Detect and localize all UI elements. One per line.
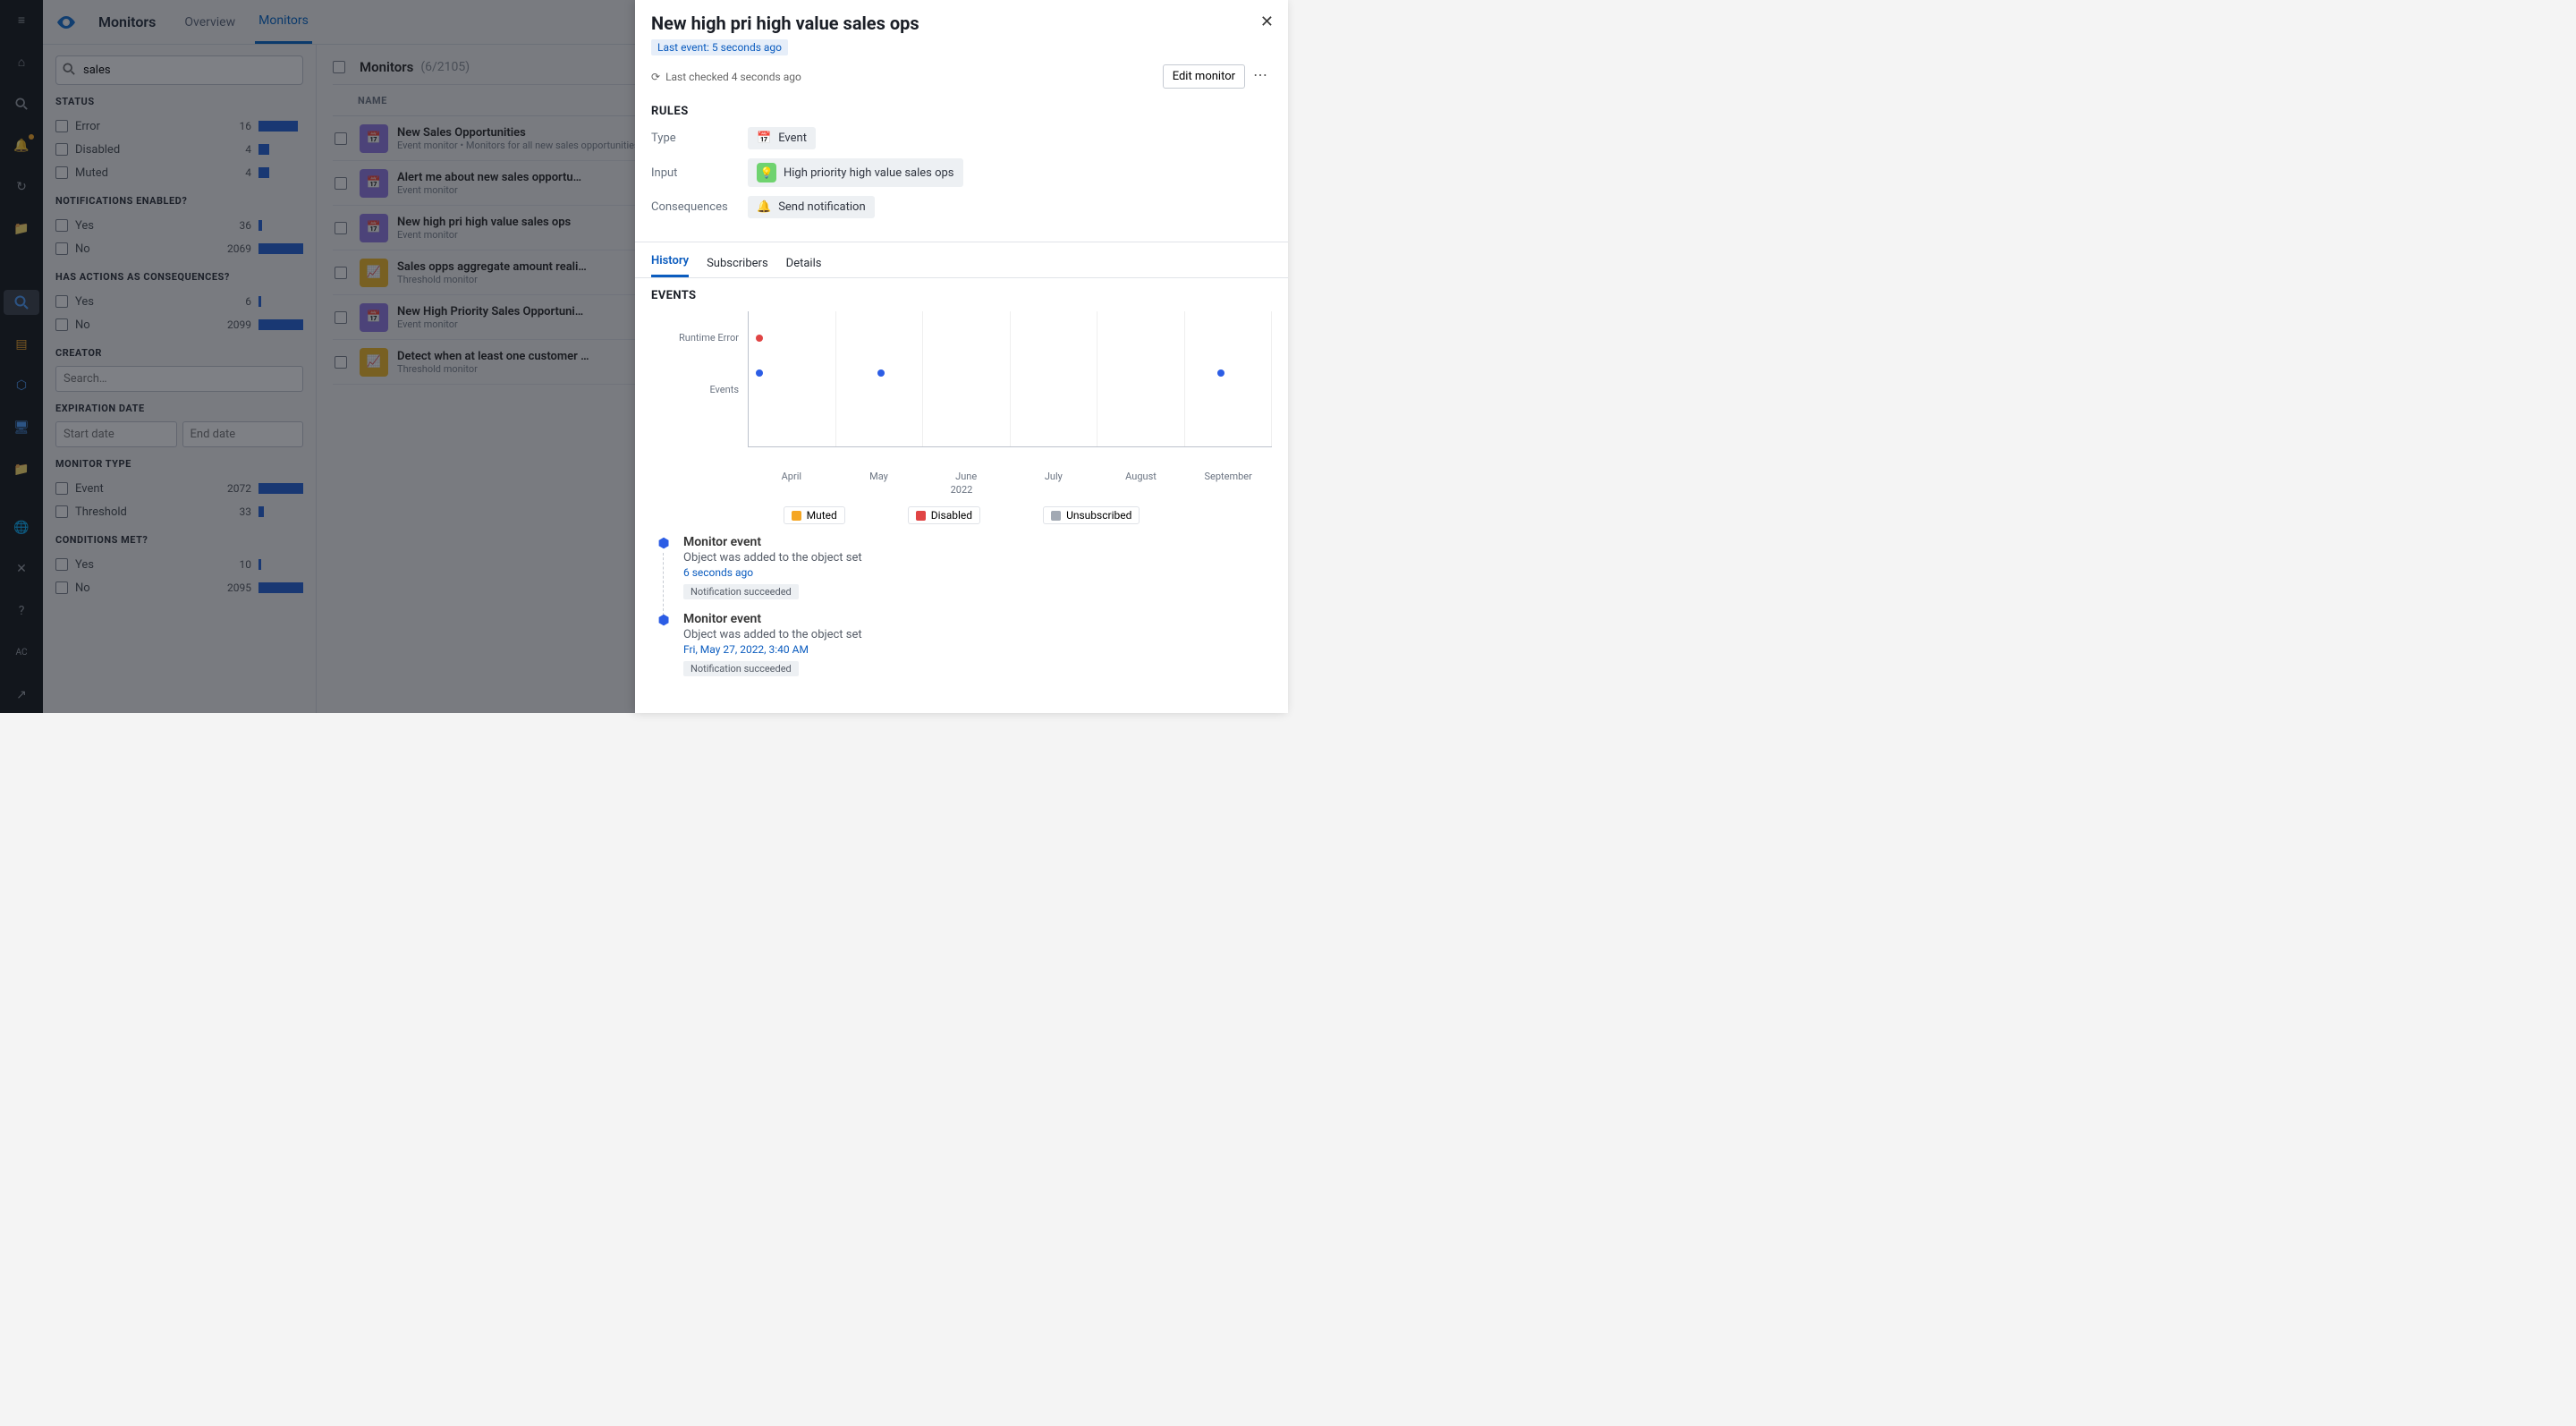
- event-sub: Object was added to the object set: [683, 551, 1272, 564]
- x-label: September: [1184, 467, 1272, 482]
- last-checked-text: Last checked 4 seconds ago: [665, 71, 801, 83]
- more-icon[interactable]: ⋯: [1249, 66, 1272, 83]
- cons-label: Consequences: [651, 200, 748, 214]
- subtab-subscribers[interactable]: Subscribers: [707, 257, 768, 277]
- legend-item[interactable]: Muted: [784, 506, 845, 524]
- last-event-badge: Last event: 5 seconds ago: [651, 39, 788, 55]
- event-title: Monitor event: [683, 612, 1272, 626]
- panel-subtabs: History Subscribers Details: [635, 246, 1288, 278]
- events-label: EVENTS: [651, 289, 1272, 302]
- bulb-icon: 💡: [757, 163, 776, 182]
- cons-value-text: Send notification: [778, 200, 865, 214]
- x-label: May: [835, 467, 923, 482]
- legend-item[interactable]: Disabled: [908, 506, 980, 524]
- cube-icon: ⬢: [655, 612, 673, 689]
- close-icon[interactable]: ✕: [1260, 13, 1274, 31]
- chart-year: 2022: [651, 484, 1272, 496]
- y-label: Runtime Error: [651, 311, 748, 363]
- timeline-event: ⬢ Monitor event Object was added to the ob…: [655, 535, 1272, 612]
- calendar-icon: 📅: [757, 132, 771, 145]
- panel-title: New high pri high value sales ops: [651, 13, 1272, 34]
- refresh-icon: ⟳: [651, 71, 660, 83]
- y-label: Events: [651, 363, 748, 415]
- detail-panel: New high pri high value sales ops ✕ Last…: [635, 0, 1288, 713]
- event-time: Fri, May 27, 2022, 3:40 AM: [683, 643, 1272, 656]
- type-label: Type: [651, 132, 748, 145]
- event-title: Monitor event: [683, 535, 1272, 549]
- legend-item[interactable]: Unsubscribed: [1043, 506, 1140, 524]
- event-badge: Notification succeeded: [683, 584, 799, 599]
- event-sub: Object was added to the object set: [683, 628, 1272, 641]
- chart-point: [756, 335, 763, 342]
- event-badge: Notification succeeded: [683, 661, 799, 676]
- input-value: 💡 High priority high value sales ops: [748, 158, 963, 187]
- x-label: June: [922, 467, 1010, 482]
- input-label: Input: [651, 166, 748, 180]
- type-value-text: Event: [778, 132, 807, 145]
- events-chart: Runtime ErrorEvents: [651, 311, 1272, 467]
- cube-icon: ⬢: [655, 535, 673, 612]
- event-time: 6 seconds ago: [683, 566, 1272, 579]
- subtab-history[interactable]: History: [651, 254, 689, 277]
- chart-point: [1217, 369, 1224, 377]
- cons-value: 🔔 Send notification: [748, 196, 875, 218]
- x-label: July: [1010, 467, 1097, 482]
- timeline-event: ⬢ Monitor event Object was added to the ob…: [655, 612, 1272, 689]
- edit-monitor-button[interactable]: Edit monitor: [1163, 64, 1245, 89]
- x-label: April: [748, 467, 835, 482]
- x-label: August: [1097, 467, 1185, 482]
- input-value-text: High priority high value sales ops: [784, 166, 954, 180]
- subtab-details[interactable]: Details: [786, 257, 822, 277]
- last-checked: ⟳ Last checked 4 seconds ago: [651, 71, 801, 83]
- rules-label: RULES: [651, 105, 1272, 118]
- type-value: 📅 Event: [748, 127, 816, 149]
- chart-point: [877, 369, 885, 377]
- chart-point: [756, 369, 763, 377]
- send-icon: 🔔: [757, 200, 771, 214]
